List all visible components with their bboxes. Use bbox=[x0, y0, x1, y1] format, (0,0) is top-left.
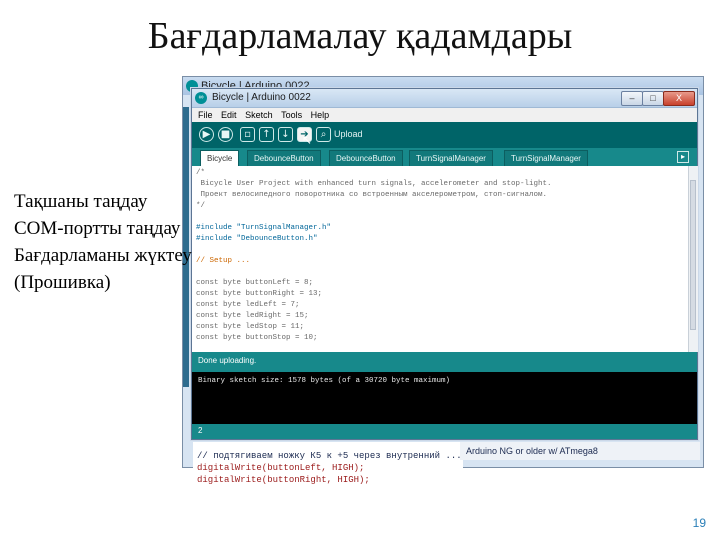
line-number: 2 bbox=[198, 426, 203, 435]
scrollbar-thumb[interactable] bbox=[690, 180, 696, 330]
code-line: const byte buttonStop = 10; bbox=[196, 334, 318, 342]
menu-file[interactable]: File bbox=[198, 108, 213, 122]
close-button[interactable]: X bbox=[663, 91, 695, 106]
code-line: const byte ledLeft = 7; bbox=[196, 301, 300, 309]
code-line: Bicycle User Project with enhanced turn … bbox=[196, 180, 552, 188]
menu-sketch[interactable]: Sketch bbox=[245, 108, 273, 122]
tab-turnsignalmanager-h[interactable]: TurnSignalManager bbox=[409, 150, 493, 166]
save-icon[interactable]: ↓ bbox=[278, 127, 293, 142]
tab-debouncebutton-h[interactable]: DebounceButton bbox=[247, 150, 321, 166]
code-line: /* bbox=[196, 169, 206, 177]
bullet-select-board: Тақшаны таңдау bbox=[14, 191, 148, 212]
slide-title: Бағдарламалау қадамдары bbox=[147, 15, 573, 57]
menu-edit[interactable]: Edit bbox=[221, 108, 237, 122]
background-code-line: // подтягиваем ножку К5 к +5 через внутр… bbox=[197, 451, 462, 461]
page-number: 19 bbox=[692, 516, 706, 530]
code-line: #include "TurnSignalManager.h" bbox=[196, 224, 332, 232]
tab-debouncebutton-cpp[interactable]: DebounceButton bbox=[329, 150, 403, 166]
toolbar: ▶ ■ ▫ ↑ ↓ ➔ ↖ ⌕ Upload bbox=[192, 122, 697, 148]
status-bar: Done uploading. bbox=[192, 352, 697, 372]
code-line: const byte ledRight = 15; bbox=[196, 312, 309, 320]
mouse-cursor-icon: ↖ bbox=[302, 133, 313, 147]
line-number-footer: 2 bbox=[192, 424, 697, 439]
bullet-firmware: (Прошивка) bbox=[14, 272, 111, 293]
code-editor[interactable]: /* Bicycle User Project with enhanced tu… bbox=[192, 166, 688, 352]
window-titlebar[interactable]: ∞ Bicycle | Arduino 0022 – □ X bbox=[192, 89, 697, 107]
output-console: Binary sketch size: 1578 bytes (of a 307… bbox=[192, 372, 697, 424]
stop-icon[interactable]: ■ bbox=[218, 127, 233, 142]
verify-icon[interactable]: ▶ bbox=[199, 127, 214, 142]
status-message: Done uploading. bbox=[198, 356, 257, 365]
serial-monitor-icon[interactable]: ⌕ bbox=[316, 127, 331, 142]
code-line: #include "DebounceButton.h" bbox=[196, 235, 318, 243]
arduino-ide-window: ∞ Bicycle | Arduino 0022 – □ X File Edit… bbox=[191, 88, 698, 440]
toolbar-hover-label: Upload bbox=[334, 129, 363, 139]
console-output-text: Binary sketch size: 1578 bytes (of a 307… bbox=[198, 377, 451, 385]
background-code-line: digitalWrite(buttonLeft, HIGH); bbox=[197, 463, 365, 473]
editor-scrollbar[interactable] bbox=[688, 166, 698, 352]
sketch-tabs: Bicycle DebounceButton DebounceButton Tu… bbox=[192, 148, 697, 166]
menu-tools[interactable]: Tools bbox=[281, 108, 302, 122]
open-icon[interactable]: ↑ bbox=[259, 127, 274, 142]
code-line: */ bbox=[196, 202, 206, 210]
background-code-area: // подтягиваем ножку К5 к +5 через внутр… bbox=[193, 442, 463, 485]
tab-bicycle[interactable]: Bicycle bbox=[200, 150, 240, 166]
background-code-line: digitalWrite(buttonRight, HIGH); bbox=[197, 475, 370, 485]
code-line: const byte buttonRight = 13; bbox=[196, 290, 323, 298]
window-title: Bicycle | Arduino 0022 bbox=[212, 92, 311, 103]
tab-turnsignalmanager-cpp[interactable]: TurnSignalManager bbox=[504, 150, 588, 166]
code-line: // Setup ... bbox=[196, 257, 251, 265]
code-line: Проект велосипедного поворотника со встр… bbox=[196, 191, 548, 199]
code-line: const byte ledStop = 11; bbox=[196, 323, 305, 331]
tab-menu-icon[interactable]: ▸ bbox=[677, 151, 689, 163]
new-icon[interactable]: ▫ bbox=[240, 127, 255, 142]
bullet-list: Тақшаны таңдау COM-портты таңдау Бағдарл… bbox=[14, 188, 192, 296]
menu-help[interactable]: Help bbox=[311, 108, 330, 122]
minimize-button[interactable]: – bbox=[621, 91, 643, 106]
bullet-select-com-port: COM-портты таңдау bbox=[14, 218, 181, 239]
maximize-button[interactable]: □ bbox=[642, 91, 664, 106]
bullet-upload-program: Бағдарламаны жүктеу bbox=[14, 245, 192, 266]
arduino-logo-icon: ∞ bbox=[195, 92, 207, 104]
code-line: const byte buttonLeft = 8; bbox=[196, 279, 314, 287]
menu-bar: File Edit Sketch Tools Help bbox=[192, 108, 697, 122]
background-board-status: Arduino NG or older w/ ATmega8 bbox=[460, 442, 700, 460]
